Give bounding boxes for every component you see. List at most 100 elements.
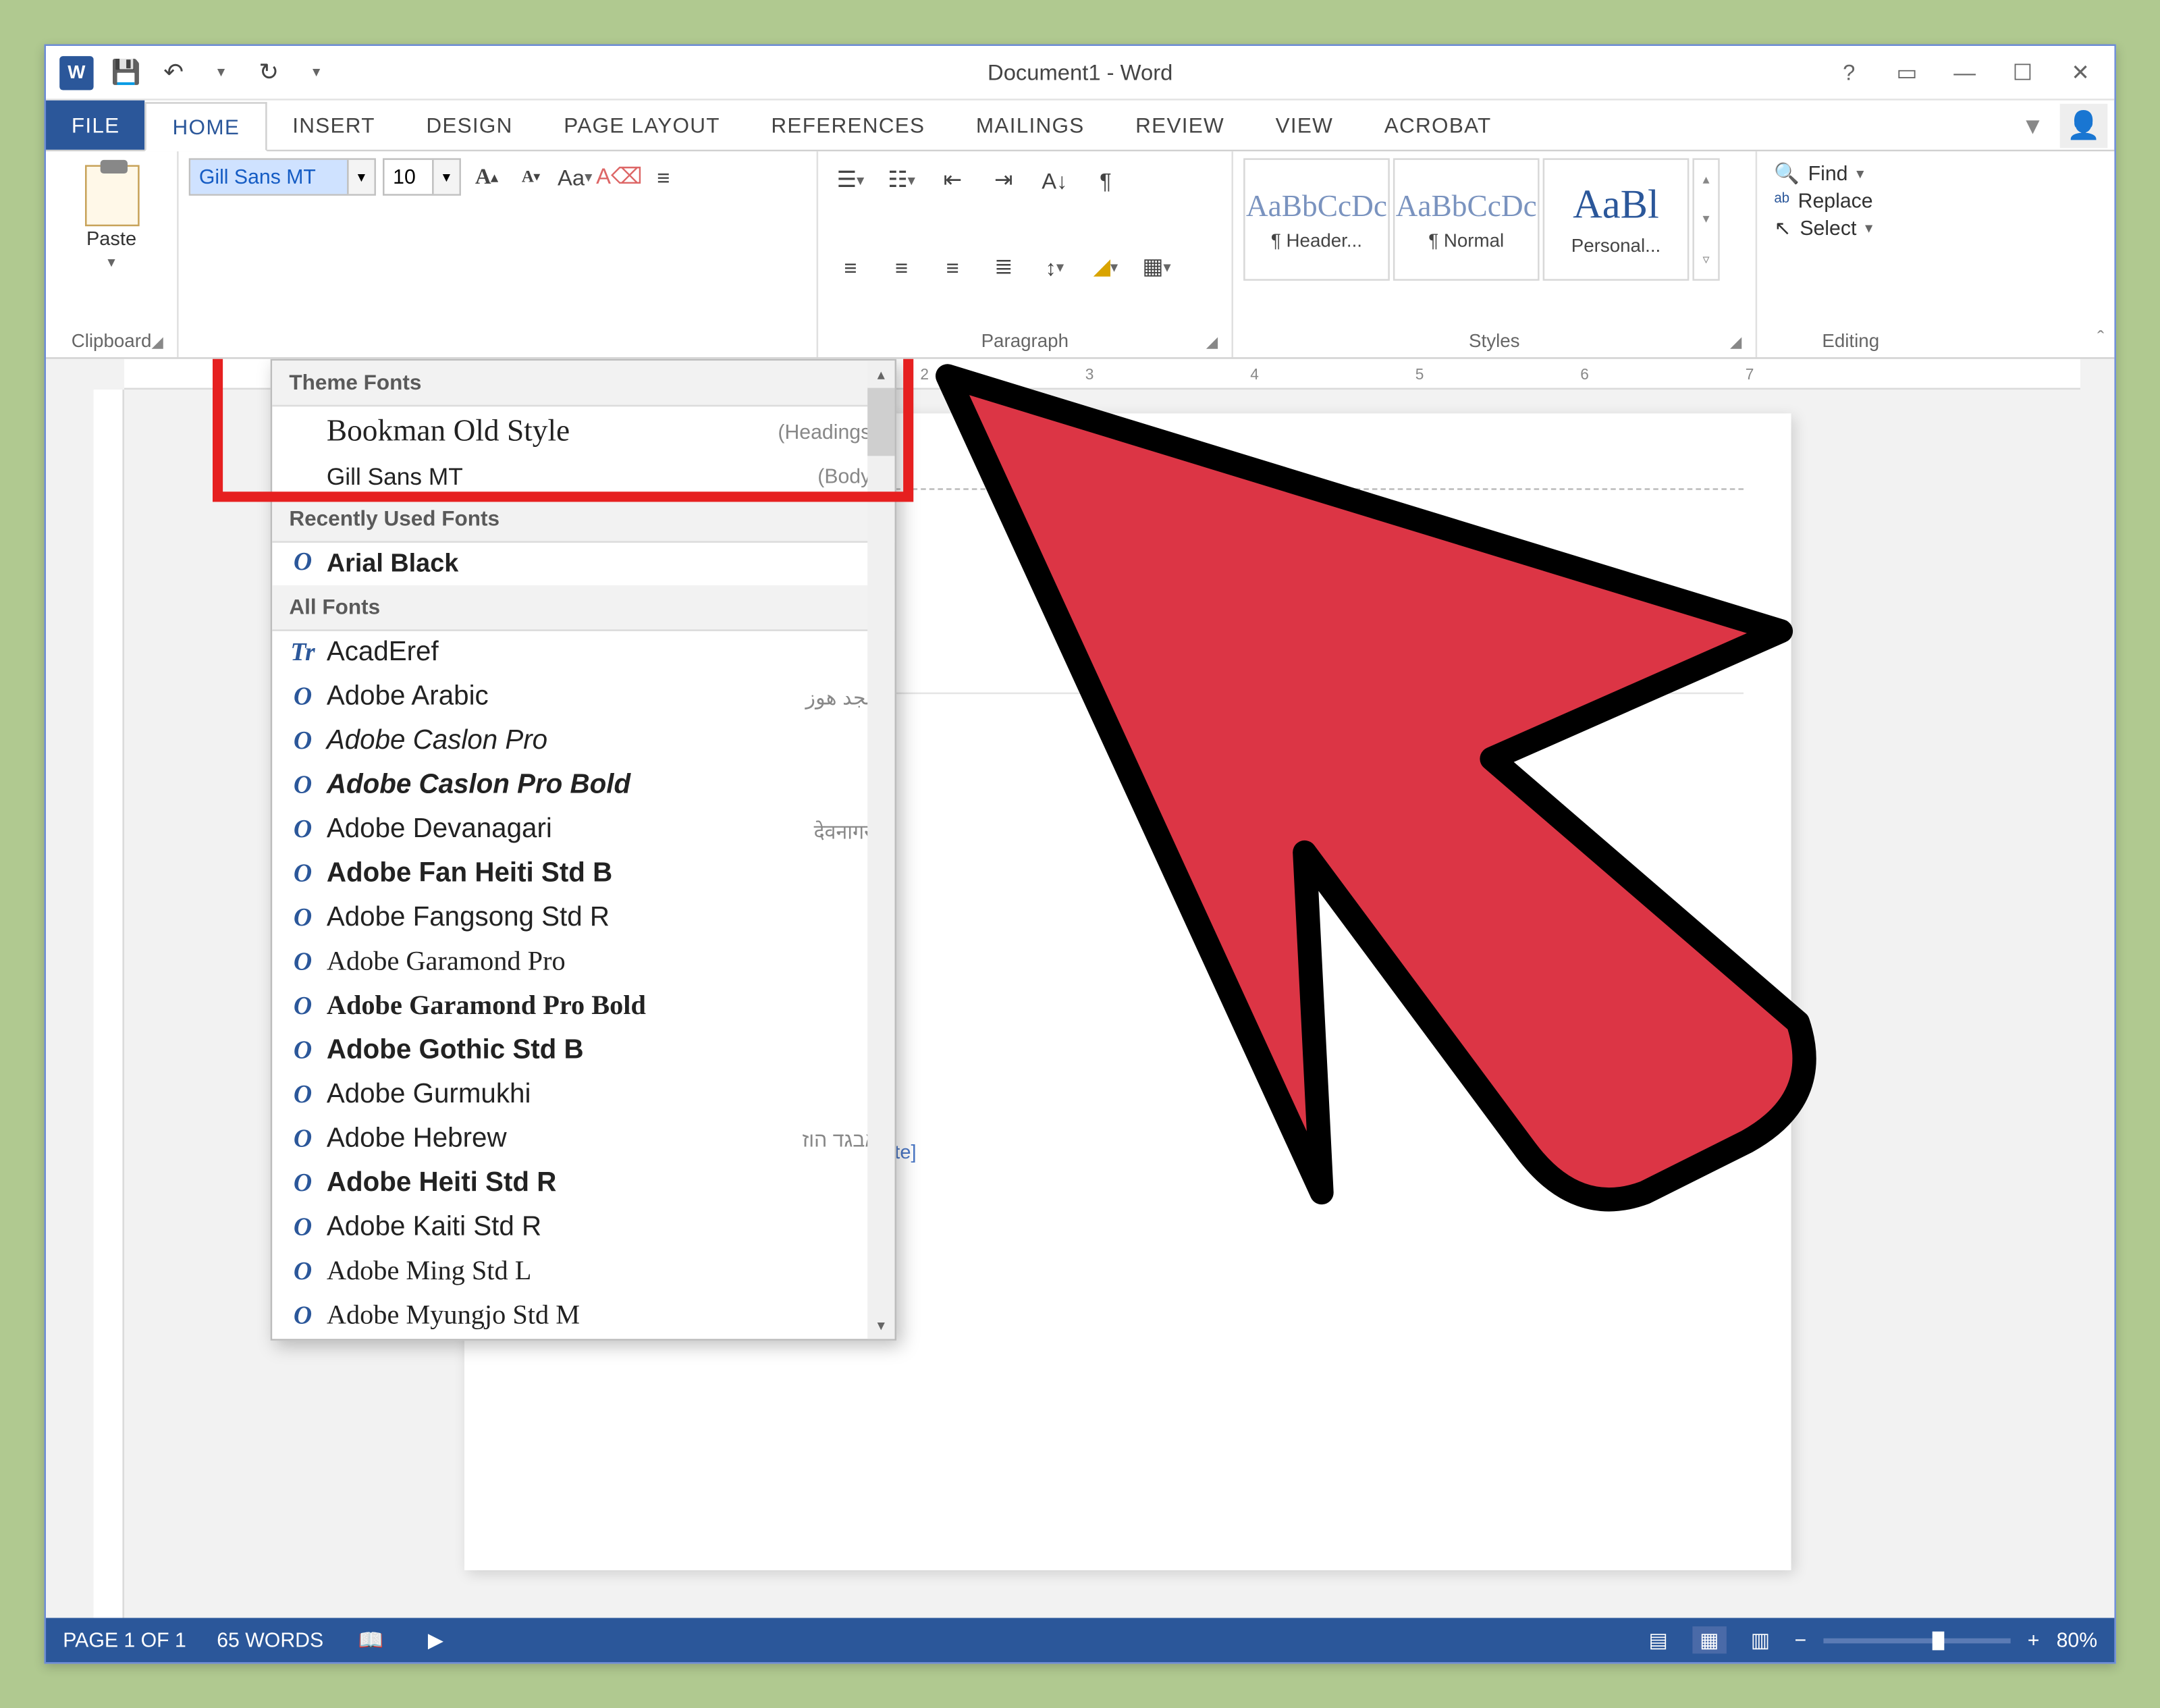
font-option[interactable]: OAdobe Heiti Std R	[272, 1162, 894, 1206]
font-option[interactable]: OAdobe Ming Std L	[272, 1250, 894, 1295]
minimize-button[interactable]: —	[1941, 52, 1989, 92]
font-option-gill-sans[interactable]: Gill Sans MT (Body)	[272, 456, 894, 496]
style-item-personal[interactable]: AaBl Personal...	[1543, 158, 1690, 280]
multilevel-button[interactable]: ☷▾	[883, 161, 920, 198]
clear-formatting-button[interactable]: A⌫	[601, 158, 638, 195]
chevron-down-icon[interactable]: ▾	[432, 160, 459, 194]
find-button[interactable]: 🔍Find ▾	[1774, 161, 1927, 185]
maximize-button[interactable]: ☐	[1999, 52, 2047, 92]
align-right-button[interactable]: ≡	[934, 248, 971, 286]
replace-button[interactable]: ᵃᵇReplace	[1774, 189, 1927, 213]
web-layout-icon[interactable]: ▥	[1744, 1626, 1777, 1653]
zoom-in-button[interactable]: +	[2028, 1628, 2040, 1652]
chevron-down-icon[interactable]: ▾	[347, 160, 374, 194]
page-count[interactable]: PAGE 1 OF 1	[63, 1628, 186, 1652]
numbering-button[interactable]: ☰▾	[832, 161, 869, 198]
tab-file[interactable]: FILE	[46, 101, 145, 150]
font-option[interactable]: OAdobe Garamond Pro	[272, 941, 894, 986]
tab-insert[interactable]: INSERT	[267, 101, 400, 150]
tab-acrobat[interactable]: ACROBAT	[1359, 101, 1517, 150]
font-dropdown[interactable]: Theme Fonts Bookman Old Style (Headings)…	[271, 359, 896, 1341]
font-name-combo[interactable]: Gill Sans MT ▾	[189, 158, 376, 195]
decrease-indent-button[interactable]: ⇤	[934, 161, 971, 198]
font-option[interactable]: OAdobe Gurmukhi	[272, 1073, 894, 1118]
sort-button[interactable]: A↓	[1036, 161, 1073, 198]
font-option-arial-black[interactable]: O Arial Black	[272, 543, 894, 585]
tab-mailings[interactable]: MAILINGS	[950, 101, 1110, 150]
show-marks-button[interactable]: ¶	[1087, 161, 1124, 198]
save-icon[interactable]: 💾	[111, 57, 141, 87]
undo-icon[interactable]: ↶	[158, 57, 188, 87]
replace-icon: ᵃᵇ	[1774, 189, 1789, 213]
font-option[interactable]: OAdobe Caslon Pro	[272, 720, 894, 764]
tab-overflow-icon[interactable]: ▾	[2012, 101, 2053, 150]
font-option[interactable]: OAdobe Kaiti Std R	[272, 1206, 894, 1251]
cursor-icon: ↖	[1774, 216, 1791, 240]
shrink-font-button[interactable]: A▾	[512, 158, 549, 195]
dropdown-scrollbar[interactable]: ▴ ▾	[867, 361, 894, 1339]
tab-review[interactable]: REVIEW	[1110, 101, 1249, 150]
tab-page-layout[interactable]: PAGE LAYOUT	[539, 101, 746, 150]
ribbon-display-icon[interactable]: ▭	[1883, 52, 1931, 92]
paste-button[interactable]: Paste ▾	[56, 158, 167, 279]
borders-button[interactable]: ▦▾	[1138, 248, 1175, 286]
font-glyph-icon: O	[286, 1081, 319, 1110]
scroll-thumb[interactable]	[867, 388, 894, 456]
dropdown-header-theme: Theme Fonts	[272, 361, 894, 406]
line-spacing-button[interactable]: ↕▾	[1036, 248, 1073, 286]
style-item-normal[interactable]: AaBbCcDc ¶ Normal	[1393, 158, 1540, 280]
tab-references[interactable]: REFERENCES	[746, 101, 951, 150]
collapse-ribbon-icon[interactable]: ˆ	[2097, 327, 2104, 350]
account-icon[interactable]: 👤	[2060, 104, 2108, 149]
shading-button[interactable]: ◢▾	[1087, 248, 1124, 286]
style-item-header[interactable]: AaBbCcDc ¶ Header...	[1243, 158, 1390, 280]
tab-home[interactable]: HOME	[145, 102, 267, 151]
justify-button[interactable]: ≣	[985, 248, 1022, 286]
redo-icon[interactable]: ↻	[253, 57, 284, 87]
macro-icon[interactable]: ▶	[418, 1626, 452, 1653]
zoom-out-button[interactable]: −	[1794, 1628, 1806, 1652]
styles-gallery[interactable]: AaBbCcDc ¶ Header... AaBbCcDc ¶ Normal A…	[1243, 158, 1745, 280]
grow-font-button[interactable]: A▴	[468, 158, 505, 195]
dialog-launcher-icon[interactable]: ◢	[1206, 333, 1218, 352]
increase-indent-button[interactable]: ⇥	[985, 161, 1022, 198]
font-option[interactable]: OAdobe Arabicأبجد هوز	[272, 675, 894, 720]
close-button[interactable]: ✕	[2057, 52, 2105, 92]
dialog-launcher-icon[interactable]: ◢	[1730, 333, 1742, 352]
undo-dropdown-icon[interactable]: ▾	[206, 57, 236, 87]
read-mode-icon[interactable]: ▤	[1642, 1626, 1675, 1653]
scroll-down-icon[interactable]: ▾	[867, 1312, 894, 1339]
dialog-launcher-icon[interactable]: ◢	[151, 333, 163, 352]
zoom-level[interactable]: 80%	[2057, 1628, 2098, 1652]
styles-scroll[interactable]: ▴▾▿	[1692, 158, 1719, 280]
font-option[interactable]: OAdobe Myungjo Std M	[272, 1295, 894, 1339]
chevron-down-icon: ▾	[107, 253, 115, 272]
font-glyph-icon: O	[286, 1037, 319, 1066]
status-bar: PAGE 1 OF 1 65 WORDS 📖 ▶ ▤ ▦ ▥ − + 80%	[46, 1618, 2114, 1663]
tab-view[interactable]: VIEW	[1250, 101, 1359, 150]
align-left-button[interactable]: ≡	[832, 248, 869, 286]
word-count[interactable]: 65 WORDS	[217, 1628, 323, 1652]
font-option[interactable]: OAdobe Fangsong Std R	[272, 897, 894, 941]
bullets-button[interactable]: ≡	[645, 158, 682, 195]
font-option[interactable]: OAdobe Caslon Pro Bold	[272, 764, 894, 808]
change-case-button[interactable]: Aa ▾	[556, 158, 593, 195]
font-option[interactable]: OAdobe Devanagariदेवनागरी	[272, 808, 894, 853]
font-option[interactable]: OAdobe Gothic Std B	[272, 1030, 894, 1074]
scroll-up-icon[interactable]: ▴	[867, 361, 894, 388]
font-option[interactable]: OAdobe Fan Heiti Std B	[272, 853, 894, 897]
align-center-button[interactable]: ≡	[883, 248, 920, 286]
zoom-slider[interactable]	[1823, 1638, 2010, 1643]
qat-customize-icon[interactable]: ▾	[301, 57, 331, 87]
print-layout-icon[interactable]: ▦	[1692, 1626, 1726, 1653]
select-button[interactable]: ↖Select ▾	[1774, 216, 1927, 240]
help-icon[interactable]: ?	[1825, 52, 1873, 92]
font-option[interactable]: TrAcadEref	[272, 631, 894, 676]
font-option[interactable]: OAdobe Hebrewאבגד הוז	[272, 1118, 894, 1163]
font-option[interactable]: OAdobe Garamond Pro Bold	[272, 985, 894, 1030]
font-size-combo[interactable]: 10 ▾	[383, 158, 461, 195]
font-option-bookman[interactable]: Bookman Old Style (Headings)	[272, 406, 894, 456]
vertical-ruler[interactable]	[94, 390, 124, 1618]
spellcheck-icon[interactable]: 📖	[354, 1626, 388, 1653]
tab-design[interactable]: DESIGN	[401, 101, 539, 150]
